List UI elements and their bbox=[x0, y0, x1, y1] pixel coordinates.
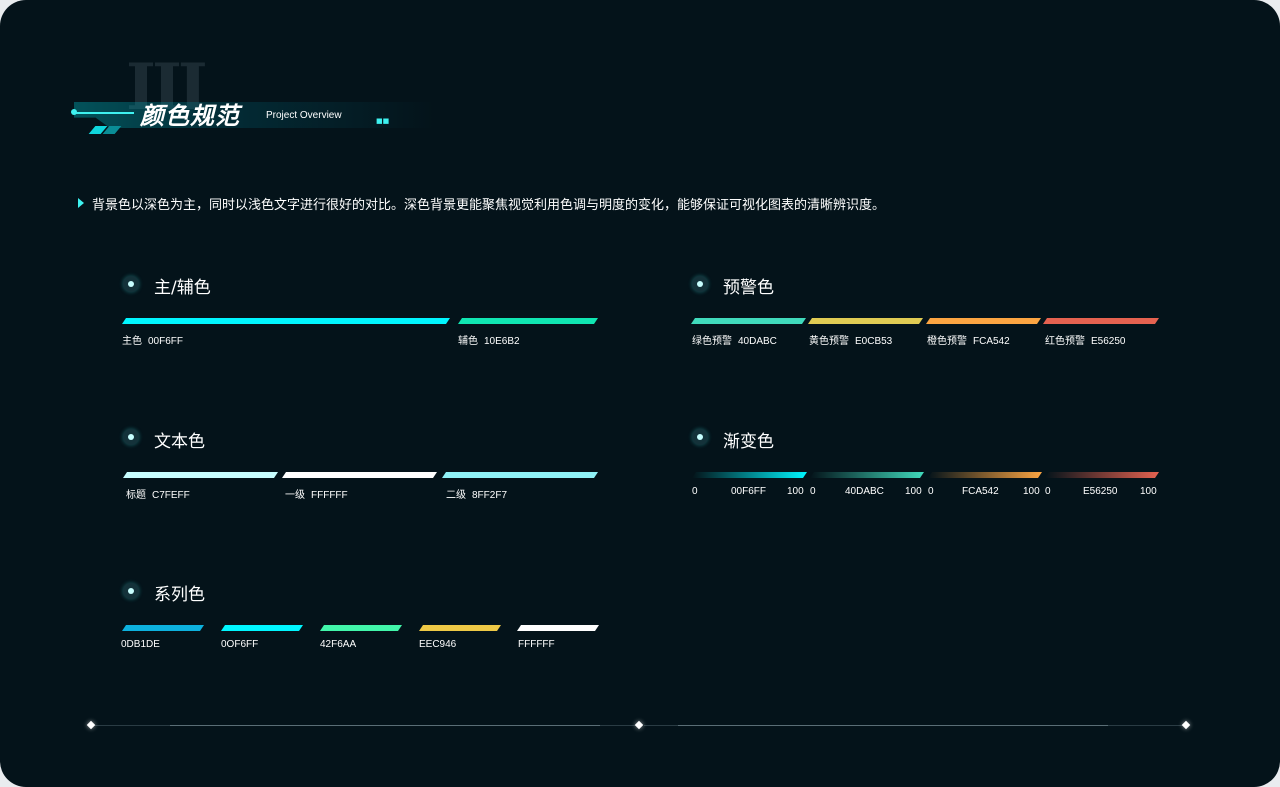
bullet-dot-icon bbox=[123, 276, 139, 292]
banner-dot-icon bbox=[71, 109, 77, 115]
section-title-text: 文本色 bbox=[154, 432, 205, 452]
swatch-series-3 bbox=[320, 625, 402, 631]
bullet-dot-icon bbox=[692, 429, 708, 445]
section-title-warning: 预警色 bbox=[723, 278, 774, 298]
swatch-label: 红色预警 E56250 bbox=[1045, 336, 1126, 347]
section-title-gradient: 渐变色 bbox=[723, 432, 774, 452]
swatch-series-5 bbox=[517, 625, 599, 631]
gradient-end-label: 100 bbox=[787, 486, 804, 497]
swatch-secondary bbox=[458, 318, 598, 324]
gradient-code-label: E56250 bbox=[1083, 486, 1118, 497]
swatch-series-1 bbox=[122, 625, 204, 631]
swatch-label: 0DB1DE bbox=[121, 639, 160, 650]
gradient-code-label: FCA542 bbox=[962, 486, 999, 497]
page-subtitle: Project Overview bbox=[266, 110, 342, 121]
play-arrow-icon bbox=[78, 198, 84, 208]
gradient-code-label: 40DABC bbox=[845, 486, 884, 497]
bullet-dot-icon bbox=[123, 583, 139, 599]
swatch-label: 0OF6FF bbox=[221, 639, 259, 650]
swatch-label: 42F6AA bbox=[320, 639, 357, 650]
swatch-text-primary bbox=[282, 472, 437, 478]
bullet-dot-icon bbox=[692, 276, 708, 292]
swatch-gradient-red bbox=[1045, 472, 1159, 478]
gradient-start-label: 0 bbox=[692, 486, 698, 497]
swatch-label: 二级 8FF2F7 bbox=[446, 490, 508, 501]
diamond-icon bbox=[634, 720, 644, 730]
intro-text-body: 背景色以深色为主，同时以浅色文字进行很好的对比。深色背景更能聚焦视觉利用色调与明… bbox=[92, 198, 886, 213]
gradient-end-label: 100 bbox=[1023, 486, 1040, 497]
diamond-icon bbox=[1181, 720, 1191, 730]
swatch-series-4 bbox=[419, 625, 501, 631]
gradient-code-label: 00F6FF bbox=[731, 486, 767, 497]
section-header: III 颜色规范 Project Overview ■■ bbox=[60, 50, 460, 150]
swatch-warning-yellow bbox=[808, 318, 923, 324]
footer-divider-highlight bbox=[170, 725, 600, 726]
swatch-text-secondary bbox=[442, 472, 598, 478]
swatch-gradient-cyan bbox=[692, 472, 807, 478]
swatch-text-title bbox=[123, 472, 278, 478]
swatch-label: 黄色预警 E0CB53 bbox=[809, 336, 893, 347]
page-title: 颜色规范 bbox=[140, 102, 240, 130]
section-title-series: 系列色 bbox=[154, 585, 205, 605]
color-spec-panel: III 颜色规范 Project Overview ■■ 背景色以深色为主，同时… bbox=[0, 0, 1280, 787]
swatch-label: EEC946 bbox=[419, 639, 457, 650]
swatch-primary bbox=[122, 318, 450, 324]
swatch-warning-red bbox=[1043, 318, 1159, 324]
swatch-label: 绿色预警 40DABC bbox=[692, 336, 777, 347]
footer-divider-highlight bbox=[678, 725, 1108, 726]
section-title-primary: 主/辅色 bbox=[154, 278, 211, 298]
swatch-label: 主色 00F6FF bbox=[122, 336, 184, 347]
gradient-start-label: 0 bbox=[1045, 486, 1051, 497]
swatch-label: 标题 C7FEFF bbox=[126, 490, 190, 501]
swatch-label: FFFFFF bbox=[518, 639, 555, 650]
gradient-start-label: 0 bbox=[810, 486, 816, 497]
swatch-label: 辅色 10E6B2 bbox=[458, 336, 520, 347]
swatch-warning-green bbox=[691, 318, 806, 324]
banner-mark: ■■ bbox=[376, 117, 390, 125]
swatch-label: 一级 FFFFFF bbox=[285, 490, 348, 501]
gradient-end-label: 100 bbox=[1140, 486, 1157, 497]
swatch-warning-orange bbox=[926, 318, 1041, 324]
gradient-end-label: 100 bbox=[905, 486, 922, 497]
bullet-dot-icon bbox=[123, 429, 139, 445]
swatch-label: 橙色预警 FCA542 bbox=[927, 336, 1010, 347]
intro-text: 背景色以深色为主，同时以浅色文字进行很好的对比。深色背景更能聚焦视觉利用色调与明… bbox=[78, 194, 885, 213]
banner-accent-line bbox=[74, 112, 134, 114]
diamond-icon bbox=[86, 720, 96, 730]
gradient-start-label: 0 bbox=[928, 486, 934, 497]
swatch-series-2 bbox=[221, 625, 303, 631]
swatch-gradient-orange bbox=[928, 472, 1042, 478]
swatch-gradient-green bbox=[810, 472, 924, 478]
